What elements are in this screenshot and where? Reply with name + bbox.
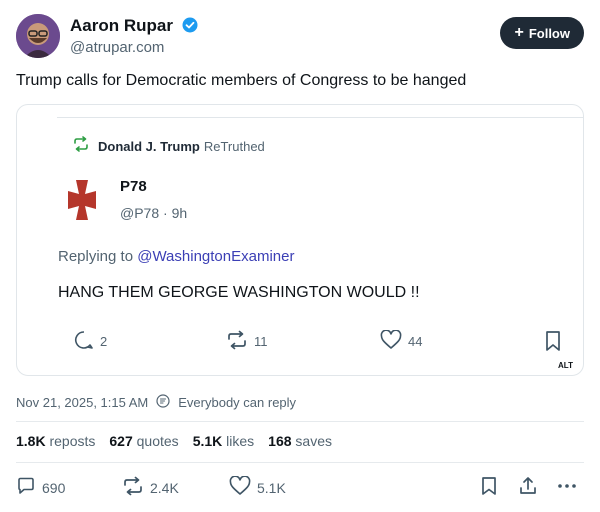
stat-saves-count: 168 — [268, 433, 292, 449]
post-header: Aaron Rupar @atrupar.com + Follow — [16, 14, 584, 62]
quoted-name[interactable]: P78 — [120, 178, 147, 195]
stat-quotes-count: 627 — [109, 433, 133, 449]
reply-count: 690 — [42, 479, 66, 496]
follow-button[interactable]: + Follow — [500, 17, 584, 49]
quoted-meta: @P78 · 9h — [120, 205, 187, 221]
stat-quotes[interactable]: 627 quotes — [109, 433, 178, 449]
bookmark-button[interactable] — [480, 476, 498, 499]
reply-icon — [74, 330, 94, 353]
embed-retruth-count: 11 — [254, 334, 268, 349]
follow-label: Follow — [528, 25, 570, 41]
embed-like-count: 44 — [408, 334, 423, 349]
more-icon — [556, 476, 578, 499]
reply-setting-icon — [156, 394, 170, 411]
stat-reposts-count: 1.8K — [16, 433, 46, 449]
quoted-avatar[interactable] — [58, 178, 106, 222]
bookmark-icon — [480, 476, 498, 499]
retruth-by[interactable]: Donald J. Trump — [98, 139, 200, 154]
like-count: 5.1K — [257, 479, 286, 496]
embed-retruth-button[interactable]: 11 — [226, 330, 268, 353]
stat-reposts[interactable]: 1.8K reposts — [16, 433, 95, 449]
heart-icon — [380, 329, 402, 353]
stats-top-divider — [16, 421, 584, 422]
verified-icon — [182, 17, 198, 38]
embed-bookmark-button[interactable] — [544, 330, 562, 355]
plus-icon: + — [514, 24, 524, 41]
retruth-row: Donald J. Trump ReTruthed — [72, 136, 265, 157]
reply-icon — [16, 476, 36, 499]
stat-saves[interactable]: 168 saves — [268, 433, 332, 449]
quoted-handle[interactable]: @P78 — [120, 205, 159, 221]
author-name[interactable]: Aaron Rupar — [70, 16, 198, 38]
stat-quotes-label: quotes — [136, 433, 179, 449]
stats-bottom-divider — [16, 462, 584, 463]
share-button[interactable] — [518, 476, 538, 499]
stat-likes-count: 5.1K — [192, 433, 223, 449]
retruth-icon — [72, 136, 90, 157]
replying-to-link[interactable]: @WashingtonExaminer — [137, 248, 294, 265]
heart-icon — [229, 475, 251, 499]
stat-likes-label: likes — [226, 433, 255, 449]
embed-like-button[interactable]: 44 — [380, 329, 423, 353]
retruth-label: ReTruthed — [203, 139, 265, 154]
more-button[interactable] — [556, 476, 578, 499]
replying-to-line: Replying to @WashingtonExaminer — [58, 248, 294, 265]
embed-reply-button[interactable]: 2 — [74, 330, 107, 353]
repost-icon — [122, 476, 144, 499]
reply-setting: Everybody can reply — [178, 395, 297, 410]
embed-divider — [57, 117, 583, 118]
quoted-text: HANG THEM GEORGE WASHINGTON WOULD !! — [58, 284, 420, 301]
stats-row: 1.8K reposts 627 quotes 5.1K likes 168 s… — [16, 433, 346, 449]
repost-button[interactable]: 2.4K — [122, 476, 179, 499]
post-text: Trump calls for Democratic members of Co… — [16, 72, 467, 89]
repost-icon — [226, 330, 248, 353]
embed-reply-count: 2 — [100, 334, 108, 349]
stat-saves-label: saves — [295, 433, 332, 449]
like-button[interactable]: 5.1K — [229, 475, 286, 499]
replying-prefix: Replying to — [58, 248, 134, 265]
stat-reposts-label: reposts — [49, 433, 96, 449]
author-handle[interactable]: @atrupar.com — [70, 39, 164, 56]
post-timestamp[interactable]: Nov 21, 2025, 1:15 AM — [16, 395, 148, 410]
repost-count: 2.4K — [150, 479, 179, 496]
timestamp-row: Nov 21, 2025, 1:15 AM Everybody can repl… — [16, 394, 296, 411]
quoted-time: 9h — [171, 205, 188, 221]
avatar[interactable] — [16, 14, 60, 58]
alt-badge[interactable]: ALT — [558, 361, 573, 370]
author-name-text[interactable]: Aaron Rupar — [70, 16, 173, 35]
stat-likes[interactable]: 5.1K likes — [193, 433, 254, 449]
reply-button[interactable]: 690 — [16, 476, 65, 499]
bookmark-icon — [544, 330, 562, 355]
share-icon — [518, 476, 538, 499]
meta-separator: · — [163, 205, 172, 221]
